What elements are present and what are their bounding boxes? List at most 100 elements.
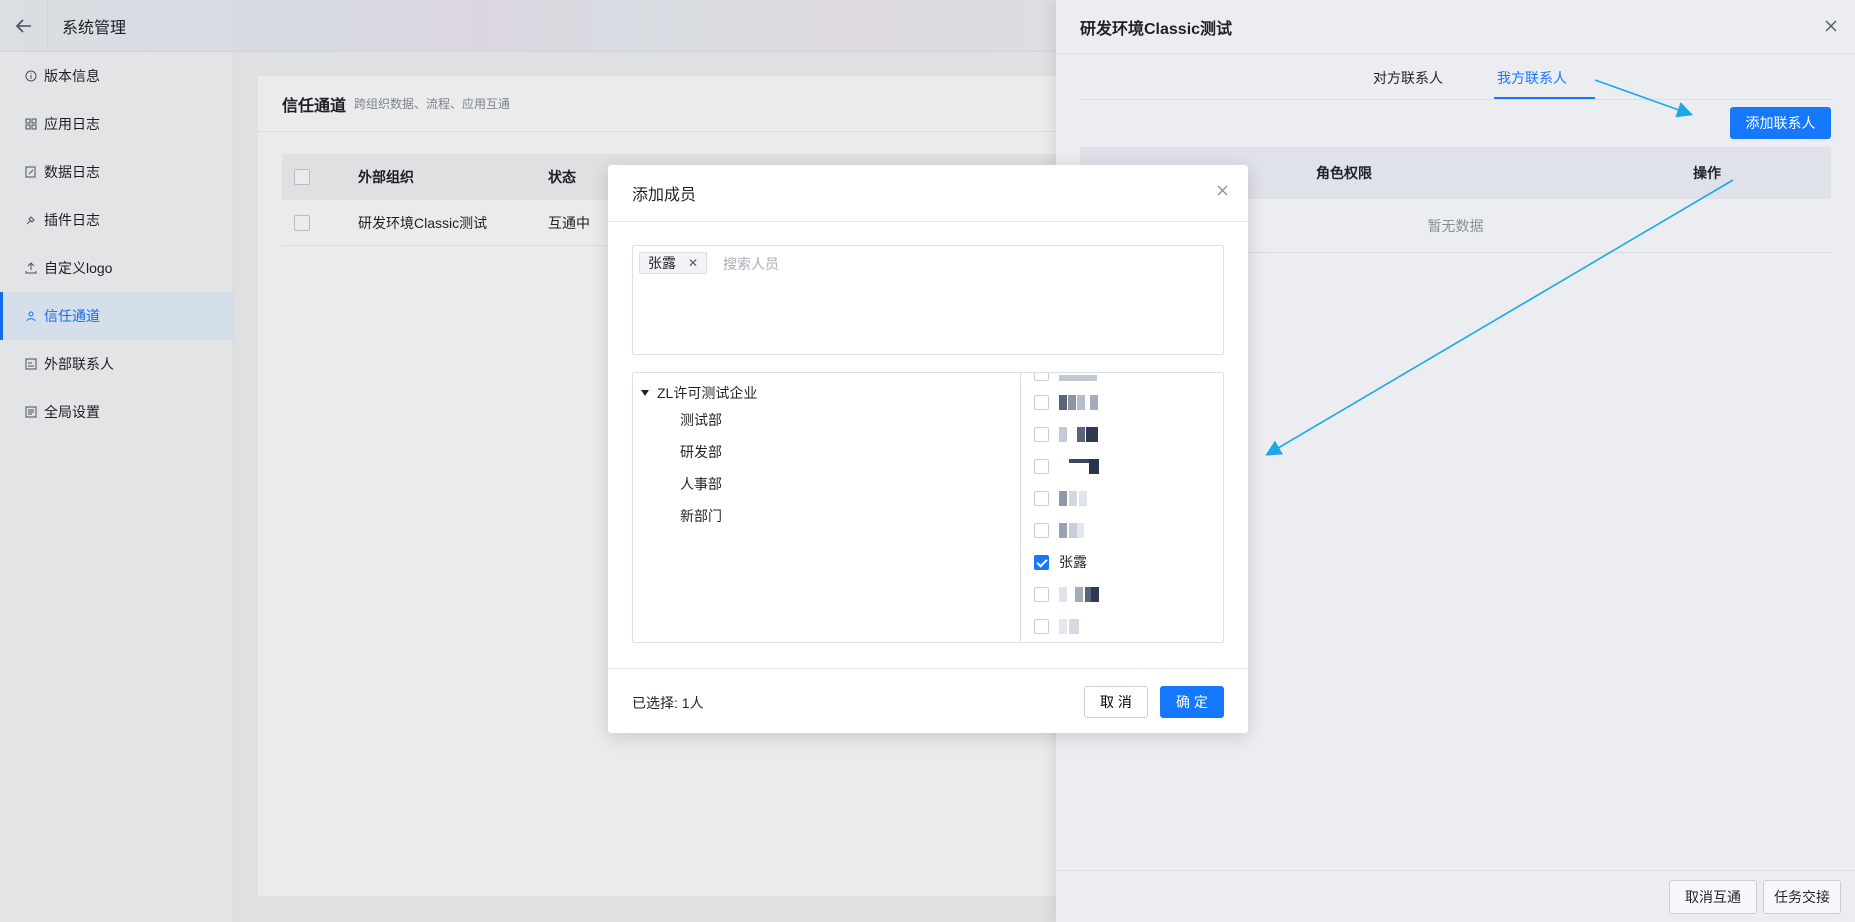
card-header: 信任通道 跨组织数据、流程、应用互通: [258, 76, 1056, 132]
sidebar-item-plugin-log[interactable]: 插件日志: [0, 196, 233, 244]
tab-our-contacts[interactable]: 我方联系人: [1497, 68, 1567, 88]
tree-node-hr-dept[interactable]: 人事部: [680, 474, 722, 494]
sidebar-item-trust-channel[interactable]: 信任通道: [0, 292, 233, 340]
sidebar-item-version-info[interactable]: 版本信息: [0, 52, 233, 100]
blurred-name: [1059, 373, 1101, 381]
sidebar: 版本信息 应用日志 数据日志 插件日志 自定义logo 信任通道 外部联系人 全…: [0, 52, 234, 922]
member-checkbox-checked[interactable]: [1034, 554, 1049, 570]
sidebar-item-data-log[interactable]: 数据日志: [0, 148, 233, 196]
tab-their-contacts[interactable]: 对方联系人: [1373, 68, 1443, 88]
tree-node-test-dept[interactable]: 测试部: [680, 410, 722, 430]
dialog-footer: 已选择: 1人 取 消 确 定: [608, 668, 1248, 733]
blurred-name: [1059, 586, 1101, 602]
drawer-title: 研发环境Classic测试: [1080, 20, 1233, 38]
blurred-name: [1059, 458, 1101, 474]
sidebar-item-custom-logo[interactable]: 自定义logo: [0, 244, 233, 292]
close-icon: [1825, 20, 1837, 32]
top-bar: 系统管理: [0, 0, 1056, 52]
drawer-close-button[interactable]: [1825, 16, 1837, 37]
sidebar-item-label: 插件日志: [44, 212, 100, 228]
member-checkbox[interactable]: [1034, 586, 1049, 602]
list-item[interactable]: [1034, 458, 1101, 474]
list-item[interactable]: 张露: [1034, 554, 1087, 570]
tree-root-node[interactable]: ZL许可测试企业: [641, 383, 757, 403]
remove-tag-icon[interactable]: ✕: [688, 256, 698, 270]
add-member-dialog: 添加成员 张露 ✕ ZL许可测试企业 测试部 研发部 人事部 新部门: [608, 165, 1248, 733]
tree-node-new-dept[interactable]: 新部门: [680, 506, 722, 526]
plugin-icon: [24, 213, 38, 227]
task-handover-button[interactable]: 任务交接: [1763, 880, 1841, 914]
page-title: 信任通道: [282, 97, 347, 115]
sidebar-item-label: 版本信息: [44, 68, 100, 84]
member-browser: ZL许可测试企业 测试部 研发部 人事部 新部门 张露: [632, 372, 1224, 643]
sidebar-item-label: 自定义logo: [44, 260, 113, 276]
member-list[interactable]: 张露: [1021, 373, 1223, 642]
confirm-button[interactable]: 确 定: [1160, 686, 1224, 718]
people-icon: [24, 309, 38, 323]
list-item[interactable]: [1034, 426, 1101, 442]
dialog-title: 添加成员: [632, 187, 697, 204]
member-checkbox[interactable]: [1034, 522, 1049, 538]
arrow-left-icon: [15, 18, 31, 33]
sidebar-item-external-contacts[interactable]: 外部联系人: [0, 340, 233, 388]
tag-label: 张露: [648, 255, 676, 271]
info-icon: [24, 69, 38, 83]
sidebar-item-label: 数据日志: [44, 164, 100, 180]
settings-doc-icon: [24, 405, 38, 419]
cancel-interop-button[interactable]: 取消互通: [1669, 880, 1757, 914]
cancel-button[interactable]: 取 消: [1084, 686, 1148, 718]
blurred-name: [1059, 618, 1101, 634]
member-name: 张露: [1059, 554, 1087, 570]
list-item[interactable]: [1034, 394, 1101, 410]
selected-member-tag: 张露 ✕: [639, 252, 708, 274]
dialog-close-button[interactable]: [1217, 183, 1228, 201]
sidebar-item-label: 全局设置: [44, 404, 100, 420]
blurred-name: [1059, 490, 1101, 506]
column-header-org: 外部组织: [358, 169, 414, 185]
app-title: 系统管理: [62, 19, 127, 37]
drawer-footer: 取消互通 任务交接: [1056, 870, 1855, 922]
column-header-role: 角色权限: [1316, 165, 1372, 181]
member-checkbox[interactable]: [1034, 394, 1049, 410]
member-checkbox[interactable]: [1034, 618, 1049, 634]
sidebar-item-global-settings[interactable]: 全局设置: [0, 388, 233, 436]
department-tree: ZL许可测试企业 测试部 研发部 人事部 新部门: [633, 373, 1021, 642]
member-checkbox[interactable]: [1034, 458, 1049, 474]
selected-count: 已选择: 1人: [632, 695, 704, 711]
row-checkbox[interactable]: [294, 214, 310, 231]
org-name: 研发环境Classic测试: [358, 214, 488, 231]
list-item[interactable]: [1034, 586, 1101, 602]
caret-down-icon[interactable]: [641, 390, 649, 396]
list-item[interactable]: [1034, 490, 1101, 506]
sidebar-item-app-log[interactable]: 应用日志: [0, 100, 233, 148]
tree-root-label: ZL许可测试企业: [657, 385, 758, 401]
list-item[interactable]: [1034, 522, 1101, 538]
contact-tabs: 对方联系人 我方联系人: [1080, 54, 1831, 100]
member-checkbox[interactable]: [1034, 490, 1049, 506]
active-tab-indicator: [1494, 97, 1595, 99]
drawer-header: 研发环境Classic测试: [1056, 0, 1855, 54]
select-all-checkbox[interactable]: [294, 169, 310, 185]
add-contact-button[interactable]: 添加联系人: [1730, 107, 1831, 139]
list-item[interactable]: [1034, 373, 1101, 381]
list-item[interactable]: [1034, 618, 1101, 634]
sidebar-item-label: 应用日志: [44, 116, 100, 132]
tree-node-rd-dept[interactable]: 研发部: [680, 442, 722, 462]
blurred-name: [1059, 522, 1101, 538]
upload-icon: [24, 261, 38, 275]
member-checkbox[interactable]: [1034, 426, 1049, 442]
member-checkbox[interactable]: [1034, 373, 1049, 381]
edit-doc-icon: [24, 165, 38, 179]
member-picker[interactable]: 张露 ✕: [632, 245, 1224, 355]
sidebar-item-label: 信任通道: [44, 308, 100, 324]
column-header-operation: 操作: [1693, 165, 1721, 181]
close-icon: [1217, 185, 1228, 196]
dialog-header: 添加成员: [608, 165, 1248, 222]
back-button[interactable]: [0, 0, 48, 52]
contact-card-icon: [24, 357, 38, 371]
search-input[interactable]: [723, 254, 1203, 274]
grid-icon: [24, 117, 38, 131]
sidebar-item-label: 外部联系人: [44, 356, 114, 372]
page-subtitle: 跨组织数据、流程、应用互通: [354, 97, 511, 111]
blurred-name: [1059, 426, 1101, 442]
